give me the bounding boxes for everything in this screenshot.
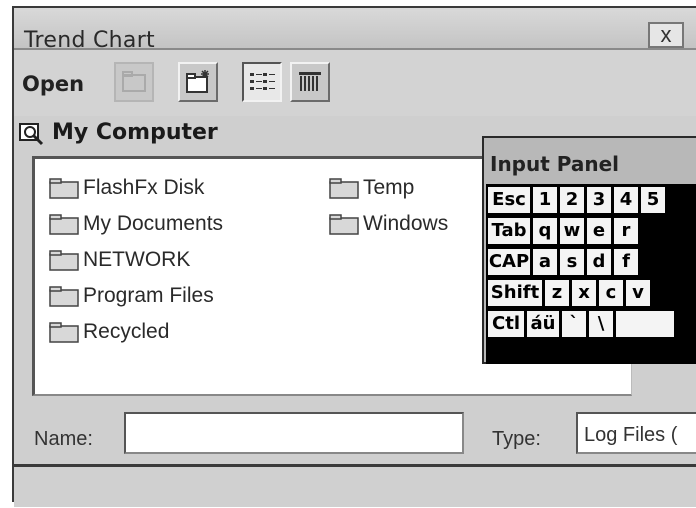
open-label: Open — [22, 72, 85, 96]
key-tab[interactable]: Tab — [487, 217, 531, 245]
up-folder-icon — [122, 71, 146, 92]
new-folder-button[interactable] — [178, 62, 218, 102]
key-1[interactable]: 1 — [532, 186, 558, 214]
key-f[interactable]: f — [613, 248, 639, 276]
name-label: Name: — [34, 428, 93, 450]
key-international[interactable]: áü — [526, 310, 560, 338]
key-4[interactable]: 4 — [613, 186, 639, 214]
key-3[interactable]: 3 — [586, 186, 612, 214]
soft-keyboard: Esc 1 2 3 4 5 Tab q w e r CAP a s d f Sh… — [486, 184, 696, 364]
key-caps[interactable]: CAP — [487, 248, 531, 276]
key-d[interactable]: d — [586, 248, 612, 276]
list-item[interactable]: FlashFx Disk — [49, 173, 204, 203]
title-bar: Trend Chart x — [14, 8, 696, 53]
location-label: My Computer — [52, 120, 218, 145]
new-folder-icon — [186, 70, 209, 93]
key-a[interactable]: a — [532, 248, 558, 276]
details-view-icon — [299, 72, 321, 91]
folder-icon — [49, 286, 79, 307]
list-item[interactable]: Recycled — [49, 317, 169, 347]
folder-icon — [49, 322, 79, 343]
key-x[interactable]: x — [571, 279, 597, 307]
key-ctrl[interactable]: Ctl — [487, 310, 525, 338]
key-z[interactable]: z — [544, 279, 570, 307]
details-view-button[interactable] — [290, 62, 330, 102]
key-backtick[interactable]: ` — [561, 310, 587, 338]
key-q[interactable]: q — [532, 217, 558, 245]
file-name: My Documents — [83, 212, 224, 235]
key-r[interactable]: r — [613, 217, 639, 245]
list-item[interactable]: My Documents — [49, 209, 223, 239]
folder-icon — [329, 214, 359, 235]
toolbar: Open — [14, 50, 696, 116]
key-s[interactable]: s — [559, 248, 585, 276]
key-c[interactable]: c — [598, 279, 624, 307]
key-space[interactable] — [615, 310, 675, 338]
folder-icon — [329, 178, 359, 199]
key-w[interactable]: w — [559, 217, 585, 245]
key-e[interactable]: e — [586, 217, 612, 245]
up-folder-button[interactable] — [114, 62, 154, 102]
folder-icon — [49, 178, 79, 199]
close-button[interactable]: x — [648, 22, 684, 48]
input-panel: Input Panel Esc 1 2 3 4 5 Tab q w e r CA… — [482, 136, 696, 364]
list-item[interactable]: Program Files — [49, 281, 214, 311]
key-backslash[interactable]: \ — [588, 310, 614, 338]
list-item[interactable]: NETWORK — [49, 245, 190, 275]
folder-icon — [49, 250, 79, 271]
key-5[interactable]: 5 — [640, 186, 666, 214]
status-bar — [14, 464, 696, 507]
list-item[interactable]: Temp — [329, 173, 414, 203]
my-computer-icon — [19, 123, 44, 146]
key-shift[interactable]: Shift — [487, 279, 543, 307]
folder-icon — [49, 214, 79, 235]
type-select[interactable]: Log Files ( — [576, 412, 696, 454]
list-item[interactable]: Windows — [329, 209, 448, 239]
file-name: NETWORK — [83, 248, 191, 271]
list-view-icon — [250, 73, 275, 90]
file-name: FlashFx Disk — [83, 176, 205, 199]
key-v[interactable]: v — [625, 279, 651, 307]
file-name: Program Files — [83, 284, 214, 307]
list-view-button[interactable] — [242, 62, 282, 102]
key-2[interactable]: 2 — [559, 186, 585, 214]
open-dialog-window: Trend Chart x Open My Computer FlashFx D… — [12, 6, 696, 507]
input-panel-title: Input Panel — [490, 152, 620, 176]
file-name: Recycled — [83, 320, 170, 343]
key-esc[interactable]: Esc — [487, 186, 531, 214]
name-input[interactable] — [124, 412, 464, 454]
file-name: Temp — [363, 176, 415, 199]
file-name: Windows — [363, 212, 449, 235]
type-label: Type: — [492, 428, 541, 450]
